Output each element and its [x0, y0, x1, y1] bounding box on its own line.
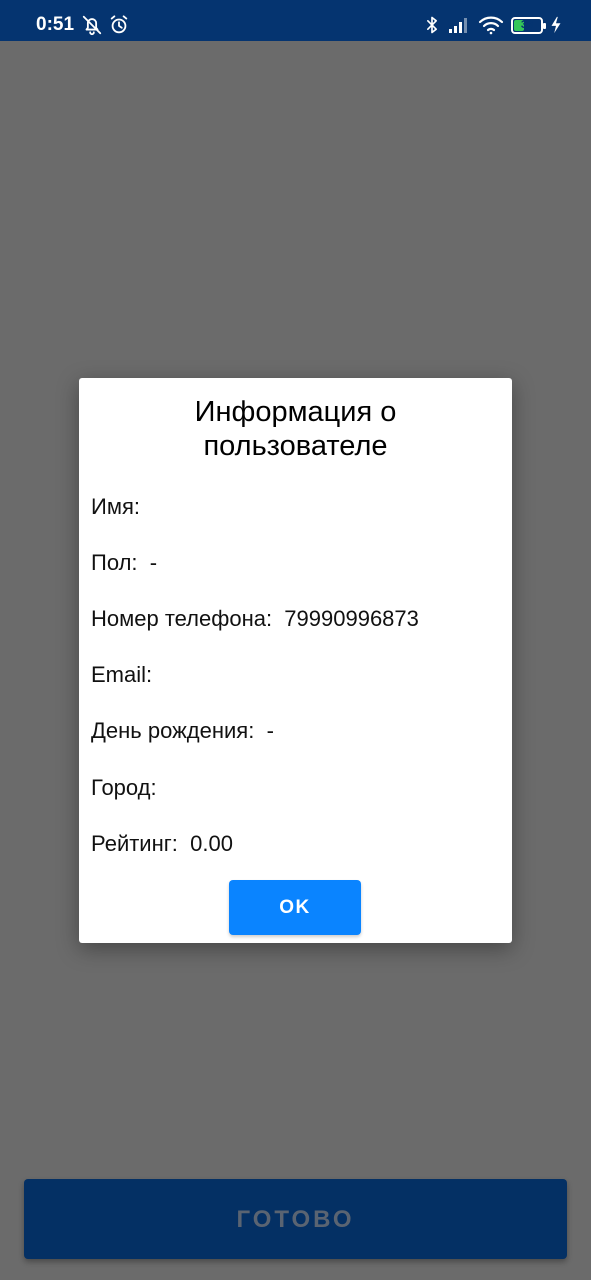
bluetooth-icon: [421, 13, 443, 37]
info-row: Email:: [91, 661, 152, 689]
info-value: 0.00: [177, 831, 233, 856]
user-info-dialog: Информация о пользователе Имя: Пол: - Номе…: [79, 378, 512, 943]
status-bar: 0:51 39: [0, 0, 591, 41]
info-row: Имя:: [91, 493, 140, 521]
info-label: Город:: [91, 775, 157, 800]
battery-icon: 39: [511, 17, 546, 34]
dialog-title: Информация о пользователе: [194, 396, 397, 462]
alarm-clock-icon: [107, 13, 131, 37]
info-label: Рейтинг:: [91, 831, 178, 856]
info-row: Номер телефона: 79990996873: [91, 605, 419, 633]
cell-signal-icon: [446, 13, 472, 37]
info-row: День рождения: -: [91, 717, 274, 745]
info-row: Рейтинг: 0.00: [91, 830, 233, 858]
status-time: 0:51: [36, 14, 75, 35]
info-value: -: [137, 550, 158, 575]
charging-bolt-icon: [549, 13, 563, 37]
ok-button[interactable]: OK: [229, 880, 361, 935]
info-row: Пол: -: [91, 549, 157, 577]
info-label: Пол:: [91, 550, 138, 575]
wifi-icon: [477, 13, 505, 37]
info-label: Имя:: [91, 494, 140, 519]
info-label: День рождения:: [91, 718, 255, 743]
battery-nub: [543, 23, 546, 29]
info-value: -: [254, 718, 274, 743]
battery-level: 39: [520, 19, 534, 31]
info-value: 79990996873: [272, 606, 419, 631]
notifications-off-icon: [80, 13, 104, 37]
info-label: Номер телефона:: [91, 606, 273, 631]
info-row: Город:: [91, 774, 157, 802]
done-button[interactable]: ГОТОВО: [24, 1179, 567, 1259]
info-label: Email:: [91, 662, 153, 687]
